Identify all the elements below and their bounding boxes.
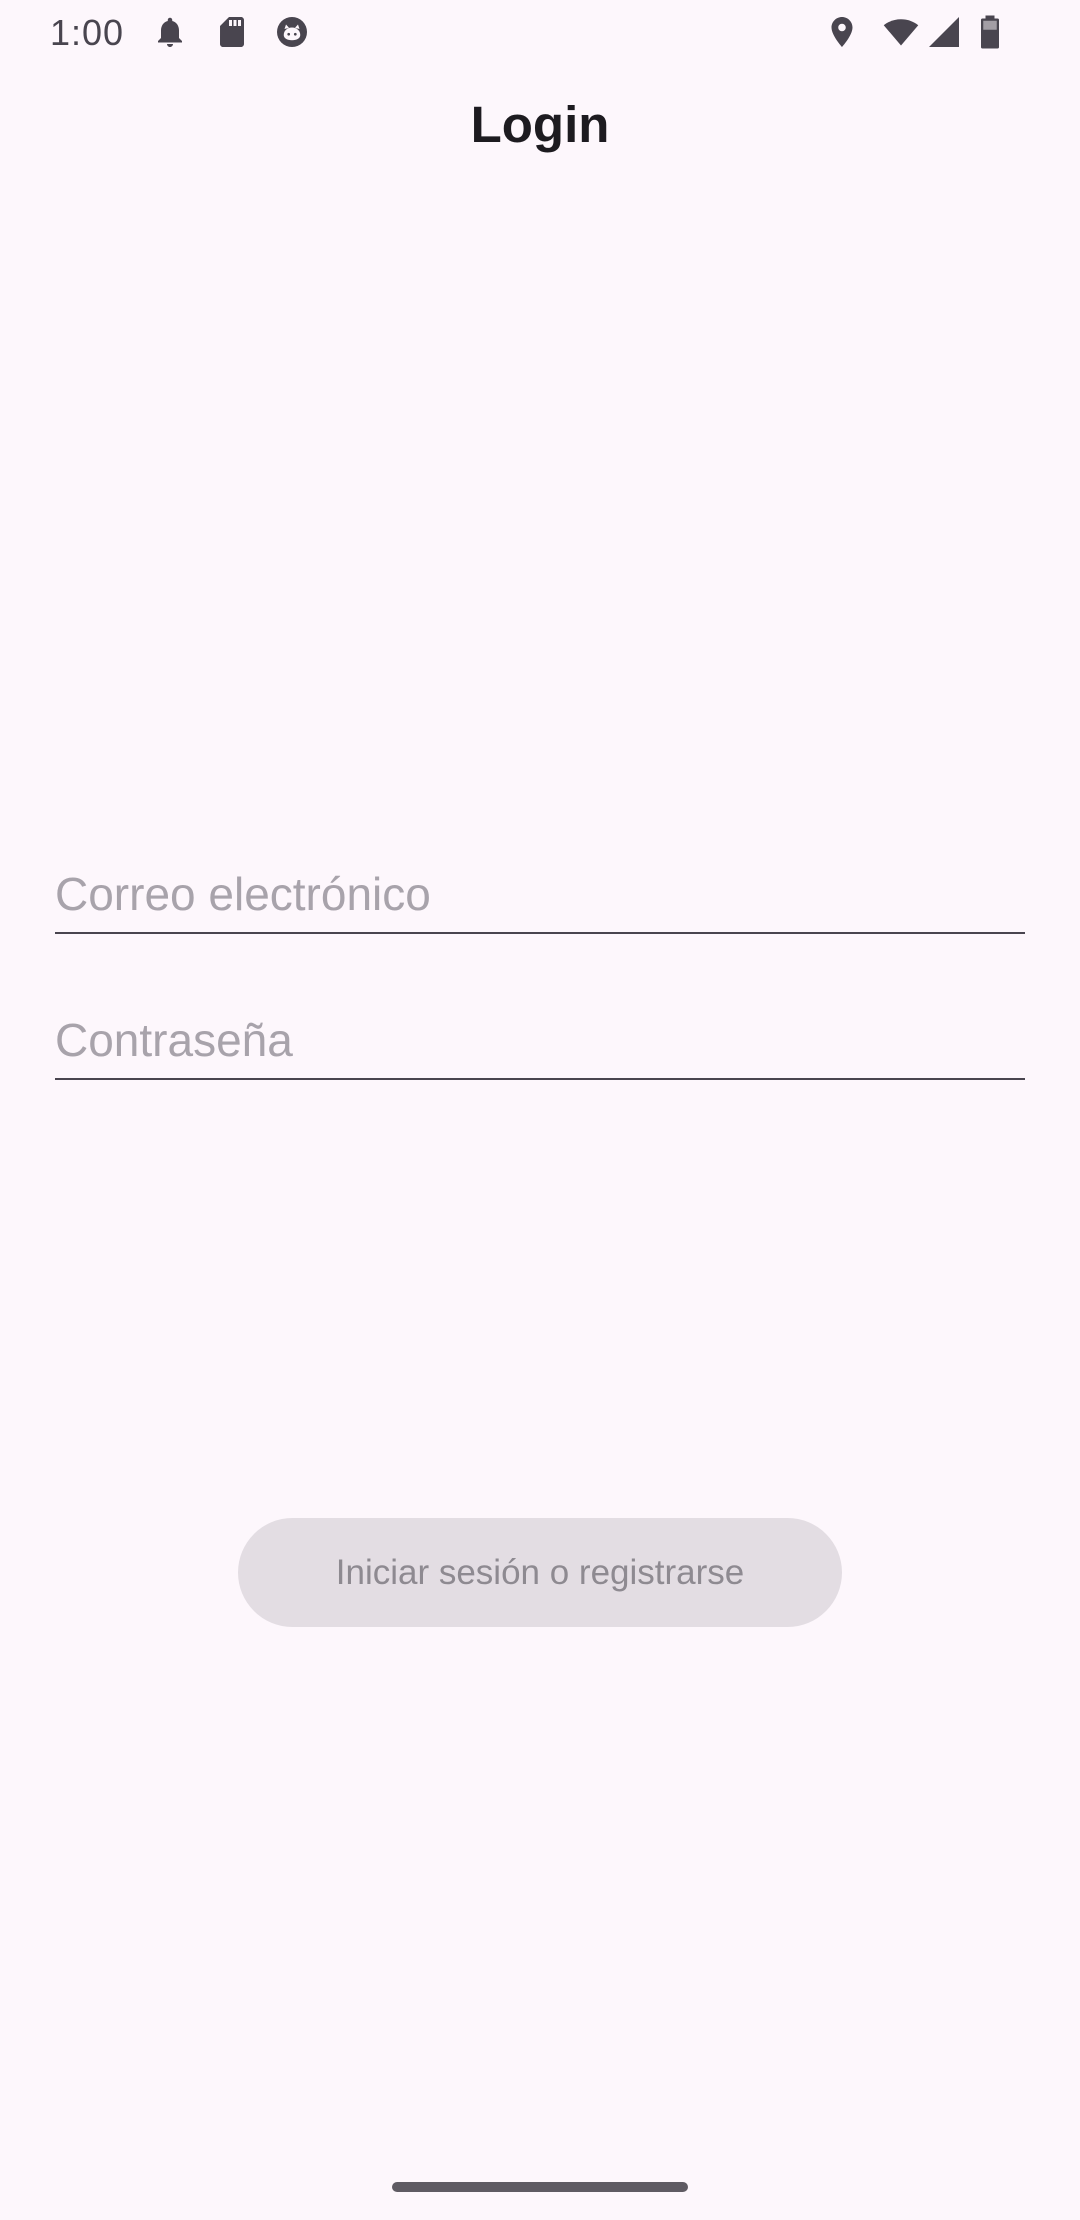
notification-bell-icon: [158, 17, 182, 47]
battery-icon: [981, 15, 999, 49]
login-or-register-button[interactable]: Iniciar sesión o registrarse: [238, 1518, 842, 1627]
cat-face-icon: [277, 17, 307, 47]
status-bar: 1:00: [0, 0, 1080, 66]
email-input[interactable]: [55, 864, 1025, 924]
signal-icon: [929, 17, 959, 47]
home-gesture-bar[interactable]: [392, 2182, 688, 2192]
location-pin-icon: [831, 17, 853, 47]
sd-card-icon: [220, 17, 244, 47]
password-field[interactable]: [55, 998, 1025, 1080]
password-input[interactable]: [55, 1010, 1025, 1070]
wifi-icon: [883, 19, 919, 46]
page-title: Login: [470, 96, 610, 153]
email-field[interactable]: [55, 852, 1025, 934]
status-time: 1:00: [50, 12, 125, 53]
